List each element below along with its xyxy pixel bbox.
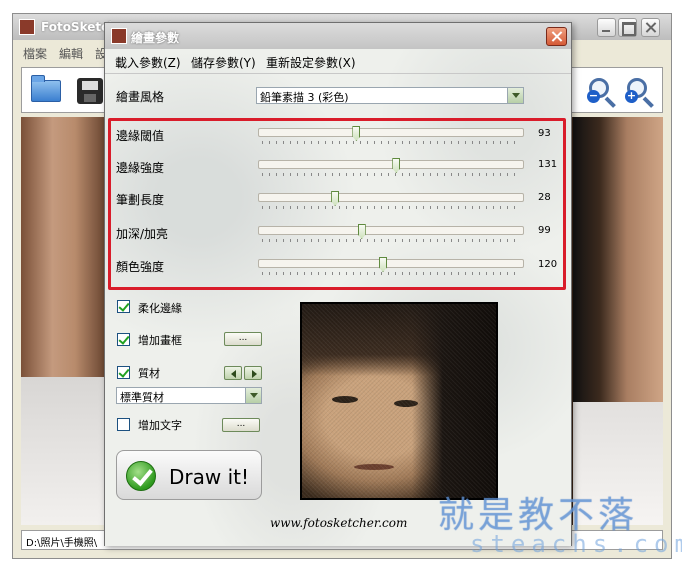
- zoom-out-icon[interactable]: −: [587, 76, 619, 108]
- website-link[interactable]: www.fotosketcher.com: [270, 516, 407, 530]
- maximize-button[interactable]: [618, 18, 637, 37]
- soften-edges-checkbox[interactable]: [117, 300, 130, 313]
- watermark-url: steachs.com: [470, 530, 682, 558]
- highlight-box: [108, 118, 566, 290]
- zoom-in-icon[interactable]: +: [625, 76, 657, 108]
- draw-it-button[interactable]: Draw it!: [116, 450, 262, 500]
- style-select-value: 鉛筆素描 3 (彩色): [260, 91, 349, 104]
- add-text-checkbox[interactable]: [117, 418, 130, 431]
- draw-it-label: Draw it!: [169, 465, 250, 489]
- menu-separator: [105, 73, 571, 74]
- dialog-close-button[interactable]: [546, 27, 567, 46]
- menu-reset-params[interactable]: 重新設定參數(X): [266, 54, 356, 71]
- menu-load-params[interactable]: 載入參數(Z): [115, 54, 181, 71]
- minimize-button[interactable]: [597, 18, 616, 37]
- text-options-button[interactable]: ...: [222, 418, 260, 432]
- texture-select[interactable]: 標準質材: [116, 387, 262, 404]
- chevron-down-icon[interactable]: [507, 88, 523, 103]
- dialog-title: 繪畫參數: [131, 31, 180, 45]
- menu-save-params[interactable]: 儲存參數(Y): [191, 54, 256, 71]
- photo-left-portion: [21, 117, 111, 525]
- open-folder-icon[interactable]: [31, 75, 61, 102]
- add-frame-checkbox[interactable]: [117, 333, 130, 346]
- main-menu-edit[interactable]: 編輯: [59, 45, 83, 62]
- app-icon: [19, 19, 35, 35]
- photo-right-portion: [573, 117, 663, 525]
- texture-next-button[interactable]: [244, 366, 262, 380]
- save-disk-icon[interactable]: [77, 78, 103, 104]
- add-text-label: 增加文字: [138, 419, 182, 432]
- dialog-title-bar[interactable]: 繪畫參數: [105, 23, 571, 49]
- style-label: 繪畫風格: [116, 90, 165, 104]
- main-menu-file[interactable]: 檔案: [23, 45, 47, 62]
- soften-edges-label: 柔化邊緣: [138, 302, 182, 315]
- texture-prev-button[interactable]: [224, 366, 242, 380]
- dialog-app-icon: [111, 28, 127, 44]
- preview-image: [300, 302, 498, 500]
- frame-options-button[interactable]: ...: [224, 332, 262, 346]
- main-close-button[interactable]: [641, 18, 660, 37]
- texture-select-value: 標準質材: [120, 391, 164, 404]
- texture-label: 質材: [138, 367, 160, 380]
- main-window-title: FotoSketcher: [41, 20, 111, 34]
- add-frame-label: 增加畫框: [138, 334, 182, 347]
- check-icon: [126, 461, 156, 491]
- status-path: D:\照片\手機照\: [26, 538, 98, 549]
- texture-checkbox[interactable]: [117, 366, 130, 379]
- screen: FotoSketcher 檔案 編輯 設 − + D:\照片\手機照\: [0, 0, 682, 572]
- style-select[interactable]: 鉛筆素描 3 (彩色): [256, 87, 524, 104]
- chevron-down-icon[interactable]: [245, 388, 261, 403]
